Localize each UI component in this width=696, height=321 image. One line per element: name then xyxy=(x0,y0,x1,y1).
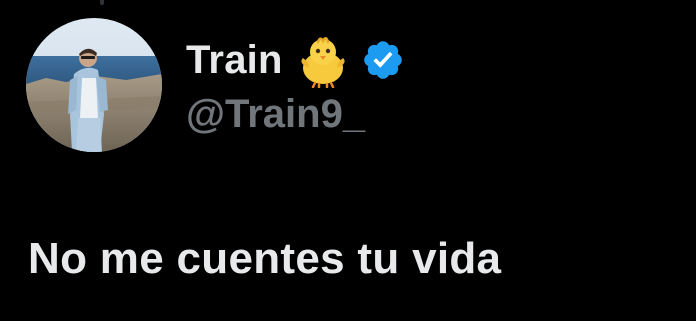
avatar[interactable] xyxy=(26,18,162,152)
tweet-card: Train @Train9_ No me cuentes tu vida xyxy=(0,0,696,321)
tweet-text: No me cuentes tu vida xyxy=(28,234,502,283)
verified-badge-icon[interactable] xyxy=(361,38,405,82)
display-name[interactable]: Train xyxy=(186,38,283,83)
thread-connector xyxy=(100,0,104,5)
display-name-row: Train xyxy=(186,30,405,90)
baby-chick-emoji-icon xyxy=(295,32,351,89)
user-handle[interactable]: @Train9_ xyxy=(186,92,365,137)
avatar-photo xyxy=(26,18,162,152)
